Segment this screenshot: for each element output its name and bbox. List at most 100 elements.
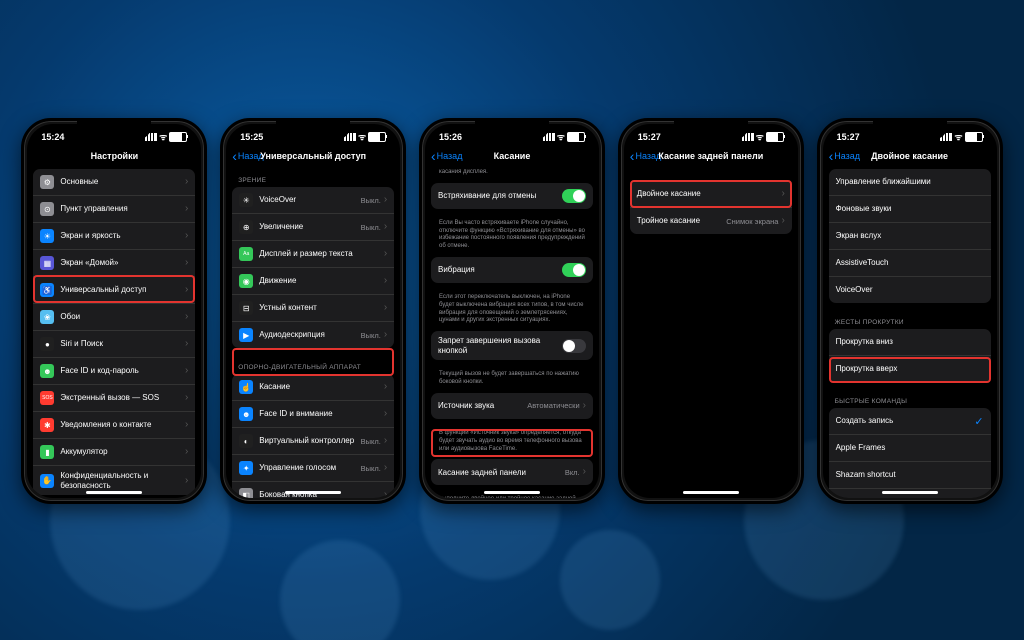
row-движение[interactable]: ◉ Движение xyxy=(232,268,394,295)
row-label: Тройное касание xyxy=(637,216,726,226)
battery-icon xyxy=(567,132,585,142)
battery-icon xyxy=(368,132,386,142)
wifi-icon: ᯤ xyxy=(358,130,366,143)
chevron-icon xyxy=(185,367,188,375)
chevron-icon xyxy=(384,277,387,285)
row-устный-контент[interactable]: ⊟ Устный контент xyxy=(232,295,394,322)
footer-text: касания дисплея. xyxy=(431,169,593,183)
row-создать-запись[interactable]: Создать запись xyxy=(829,408,991,435)
chevron-icon xyxy=(384,437,387,445)
chevron-icon xyxy=(185,286,188,294)
chevron-icon xyxy=(185,448,188,456)
row-face-id-и-внимание[interactable]: ☻ Face ID и внимание xyxy=(232,401,394,428)
chevron-icon xyxy=(185,340,188,348)
row-дисплей-и-размер-текста[interactable]: Aa Дисплей и размер текста xyxy=(232,241,394,268)
row-siri-и-поиск[interactable]: ● Siri и Поиск xyxy=(33,331,195,358)
home-indicator[interactable] xyxy=(484,491,540,494)
row-vibration[interactable]: Вибрация xyxy=(431,257,593,283)
row-assistivetouch[interactable]: AssistiveTouch xyxy=(829,250,991,277)
уведомления-о-контакте-icon: ✱ xyxy=(40,418,54,432)
row-аккумулятор[interactable]: ▮ Аккумулятор xyxy=(33,439,195,466)
основные-icon: ⚙ xyxy=(40,175,54,189)
check-icon xyxy=(974,415,983,428)
row-label: Face ID и код-пароль xyxy=(60,366,185,376)
row-voiceover[interactable]: VoiceOver xyxy=(829,277,991,303)
row-двойное-касание[interactable]: Двойное касание xyxy=(630,181,792,208)
back-button[interactable]: Назад xyxy=(630,151,661,161)
row-value: Выкл. xyxy=(361,464,381,473)
row-обои[interactable]: ❀ Обои xyxy=(33,304,195,331)
row-фоновые-звуки[interactable]: Фоновые звуки xyxy=(829,196,991,223)
row-label: Пункт управления xyxy=(60,204,185,214)
phone-back-tap: 15:27 ᯤ Назад Касание задней панели Двой… xyxy=(618,118,804,504)
row-аудиодескрипция[interactable]: ▶ Аудиодескрипция Выкл. xyxy=(232,322,394,348)
устный-контент-icon: ⊟ xyxy=(239,301,253,315)
row-apple-frames[interactable]: Apple Frames xyxy=(829,435,991,462)
row-value: Выкл. xyxy=(361,223,381,232)
row-прокрутка-вверх[interactable]: Прокрутка вверх xyxy=(829,356,991,382)
face-id-и-внимание-icon: ☻ xyxy=(239,407,253,421)
row-value: Выкл. xyxy=(361,331,381,340)
row-label: Экран вслух xyxy=(836,231,984,241)
chevron-icon xyxy=(185,313,188,321)
row-voiceover[interactable]: ✳ VoiceOver Выкл. xyxy=(232,187,394,214)
row-тройное-касание[interactable]: Тройное касание Снимок экрана xyxy=(630,208,792,234)
row-back-tap[interactable]: Касание задней панелиВкл. xyxy=(431,459,593,485)
row-прокрутка-вниз[interactable]: Прокрутка вниз xyxy=(829,329,991,356)
аудиодескрипция-icon: ▶ xyxy=(239,328,253,342)
row-увеличение[interactable]: ⊕ Увеличение Выкл. xyxy=(232,214,394,241)
движение-icon: ◉ xyxy=(239,274,253,288)
voiceover-icon: ✳ xyxy=(239,193,253,207)
home-indicator[interactable] xyxy=(882,491,938,494)
row-prevent-lock[interactable]: Запрет завершения вызова кнопкой xyxy=(431,331,593,360)
row-касание[interactable]: ☝ Касание xyxy=(232,374,394,401)
row-экстренный-вызов-sos[interactable]: SOS Экстренный вызов — SOS xyxy=(33,385,195,412)
row-shake-undo[interactable]: Встряхивание для отмены xyxy=(431,183,593,209)
row-value: Выкл. xyxy=(361,437,381,446)
row-экран-и-яркость[interactable]: ☀ Экран и яркость xyxy=(33,223,195,250)
chevron-icon xyxy=(384,464,387,472)
battery-icon xyxy=(766,132,784,142)
управление-голосом-icon: ✦ xyxy=(239,461,253,475)
home-indicator[interactable] xyxy=(86,491,142,494)
phone-accessibility: 15:25 ᯤ Назад Универсальный доступ Зрени… xyxy=(220,118,406,504)
row-label: Прокрутка вверх xyxy=(836,364,984,374)
back-button[interactable]: Назад xyxy=(232,151,263,161)
toggle-vibration[interactable] xyxy=(562,263,586,277)
row-пункт-управления[interactable]: ⊙ Пункт управления xyxy=(33,196,195,223)
back-button[interactable]: Назад xyxy=(829,151,860,161)
chevron-icon xyxy=(583,468,586,476)
обои-icon: ❀ xyxy=(40,310,54,324)
row-основные[interactable]: ⚙ Основные xyxy=(33,169,195,196)
home-indicator[interactable] xyxy=(683,491,739,494)
row-управление-голосом[interactable]: ✦ Управление голосом Выкл. xyxy=(232,455,394,482)
row-боковая-кнопка[interactable]: ◧ Боковая кнопка xyxy=(232,482,394,498)
row-shazam-shortcut[interactable]: Shazam shortcut xyxy=(829,462,991,489)
toggle-lock[interactable] xyxy=(562,339,586,353)
home-indicator[interactable] xyxy=(285,491,341,494)
chevron-icon xyxy=(384,410,387,418)
clock: 15:25 xyxy=(240,132,263,142)
row-экран-домой-[interactable]: ▦ Экран «Домой» xyxy=(33,250,195,277)
row-экран-вслух[interactable]: Экран вслух xyxy=(829,223,991,250)
row-управление-ближайшими[interactable]: Управление ближайшими xyxy=(829,169,991,196)
chevron-icon xyxy=(185,205,188,213)
row-виртуальный-контроллер[interactable]: ◐ Виртуальный контроллер Выкл. xyxy=(232,428,394,455)
row-универсальный-доступ[interactable]: ♿ Универсальный доступ xyxy=(33,277,195,304)
виртуальный-контроллер-icon: ◐ xyxy=(239,434,253,448)
chevron-icon xyxy=(384,304,387,312)
section-motor: Опорно-двигательный аппарат xyxy=(232,356,394,374)
toggle-shake[interactable] xyxy=(562,189,586,203)
footer-lock: Текущий вызов не будет завершаться по на… xyxy=(431,368,593,393)
row-уведомления-о-контакте[interactable]: ✱ Уведомления о контакте xyxy=(33,412,195,439)
chevron-icon xyxy=(384,491,387,498)
пункт-управления-icon: ⊙ xyxy=(40,202,54,216)
page-title: Настройки xyxy=(91,151,138,161)
row-audio-route[interactable]: Источник звукаАвтоматически xyxy=(431,393,593,419)
back-button[interactable]: Назад xyxy=(431,151,462,161)
row-label: Управление ближайшими xyxy=(836,177,984,187)
row-label: Касание xyxy=(259,382,384,392)
clock: 15:24 xyxy=(41,132,64,142)
row-face-id-и-код-пароль[interactable]: ☻ Face ID и код-пароль xyxy=(33,358,195,385)
row-label: Конфиденциальность и безопасность xyxy=(60,471,185,490)
